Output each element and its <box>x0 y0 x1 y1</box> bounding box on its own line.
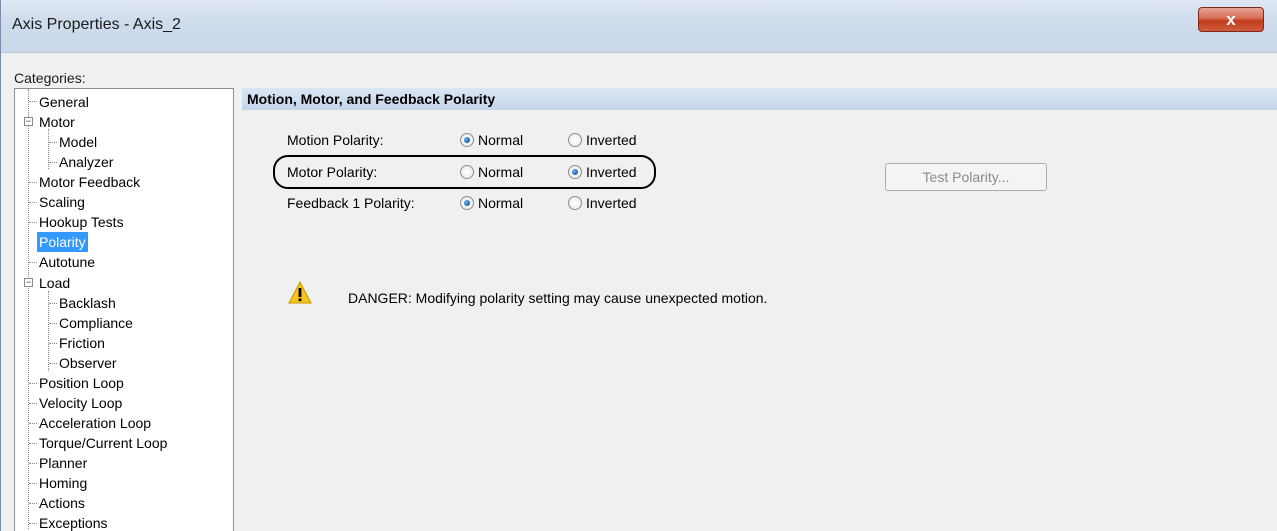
tree-item-planner[interactable]: Planner <box>37 453 89 473</box>
tree-item-motor-feedback[interactable]: Motor Feedback <box>37 172 142 192</box>
tree-item-homing[interactable]: Homing <box>37 473 89 493</box>
motion-polarity-label: Motion Polarity: <box>287 132 384 148</box>
tree-connector <box>29 523 37 524</box>
radio-checked-icon <box>460 133 474 147</box>
tree-item-position-loop[interactable]: Position Loop <box>37 373 126 393</box>
tree-motor-line <box>48 129 49 169</box>
radio-label: Normal <box>478 132 524 148</box>
section-header: Motion, Motor, and Feedback Polarity <box>242 88 1277 110</box>
radio-label: Inverted <box>586 132 637 148</box>
tree-item-polarity[interactable]: Polarity <box>37 232 88 252</box>
tree-connector <box>49 343 57 344</box>
warning-triangle-icon <box>288 281 312 304</box>
tree-connector <box>29 423 37 424</box>
categories-tree[interactable]: − − General Motor Model Analyzer Motor F… <box>14 88 234 531</box>
tree-connector <box>49 142 57 143</box>
categories-label: Categories: <box>14 70 86 86</box>
tree-item-scaling[interactable]: Scaling <box>37 192 87 212</box>
tree-connector <box>49 363 57 364</box>
motor-polarity-highlight <box>273 155 656 189</box>
motor-collapse-icon[interactable]: − <box>24 117 33 126</box>
tree-item-friction[interactable]: Friction <box>57 333 107 353</box>
tree-connector <box>29 403 37 404</box>
motion-polarity-normal-radio[interactable]: Normal <box>460 132 523 148</box>
tree-item-backlash[interactable]: Backlash <box>57 293 118 313</box>
radio-checked-icon <box>460 196 474 210</box>
axis-properties-dialog: Axis Properties - Axis_2 x Categories: −… <box>0 0 1277 531</box>
tree-item-velocity-loop[interactable]: Velocity Loop <box>37 393 124 413</box>
tree-item-torque-current-loop[interactable]: Torque/Current Loop <box>37 433 169 453</box>
radio-label: Inverted <box>586 195 637 211</box>
tree-connector <box>29 202 37 203</box>
title-bar[interactable]: Axis Properties - Axis_2 x <box>1 0 1277 53</box>
tree-item-load[interactable]: Load <box>37 273 72 293</box>
tree-item-actions[interactable]: Actions <box>37 493 87 513</box>
close-button[interactable]: x <box>1198 7 1264 32</box>
tree-item-motor[interactable]: Motor <box>37 112 77 132</box>
tree-connector <box>29 483 37 484</box>
feedback-1-polarity-label: Feedback 1 Polarity: <box>287 195 415 211</box>
radio-label: Normal <box>478 195 524 211</box>
window-title: Axis Properties - Axis_2 <box>12 16 181 33</box>
tree-item-model[interactable]: Model <box>57 132 99 152</box>
tree-connector <box>29 463 37 464</box>
tree-item-exceptions[interactable]: Exceptions <box>37 513 109 531</box>
load-collapse-icon[interactable]: − <box>24 278 33 287</box>
feedback-1-polarity-inverted-radio[interactable]: Inverted <box>568 195 637 211</box>
tree-item-observer[interactable]: Observer <box>57 353 119 373</box>
tree-connector <box>29 443 37 444</box>
tree-item-analyzer[interactable]: Analyzer <box>57 152 115 172</box>
tree-connector <box>29 222 37 223</box>
tree-item-hookup-tests[interactable]: Hookup Tests <box>37 212 126 232</box>
tree-connector <box>29 503 37 504</box>
feedback-1-polarity-normal-radio[interactable]: Normal <box>460 195 523 211</box>
tree-connector <box>29 182 37 183</box>
tree-connector <box>49 323 57 324</box>
tree-item-autotune[interactable]: Autotune <box>37 252 97 272</box>
tree-item-general[interactable]: General <box>37 92 91 112</box>
test-polarity-button[interactable]: Test Polarity... <box>885 163 1047 191</box>
motion-polarity-inverted-radio[interactable]: Inverted <box>568 132 637 148</box>
tree-connector <box>49 162 57 163</box>
tree-connector <box>29 383 37 384</box>
tree-connector <box>49 303 57 304</box>
danger-warning-text: DANGER: Modifying polarity setting may c… <box>348 290 768 306</box>
tree-item-compliance[interactable]: Compliance <box>57 313 135 333</box>
radio-unchecked-icon <box>568 196 582 210</box>
tree-item-acceleration-loop[interactable]: Acceleration Loop <box>37 413 153 433</box>
tree-connector <box>29 101 37 102</box>
radio-unchecked-icon <box>568 133 582 147</box>
tree-connector <box>29 262 37 263</box>
close-icon: x <box>1226 9 1236 29</box>
